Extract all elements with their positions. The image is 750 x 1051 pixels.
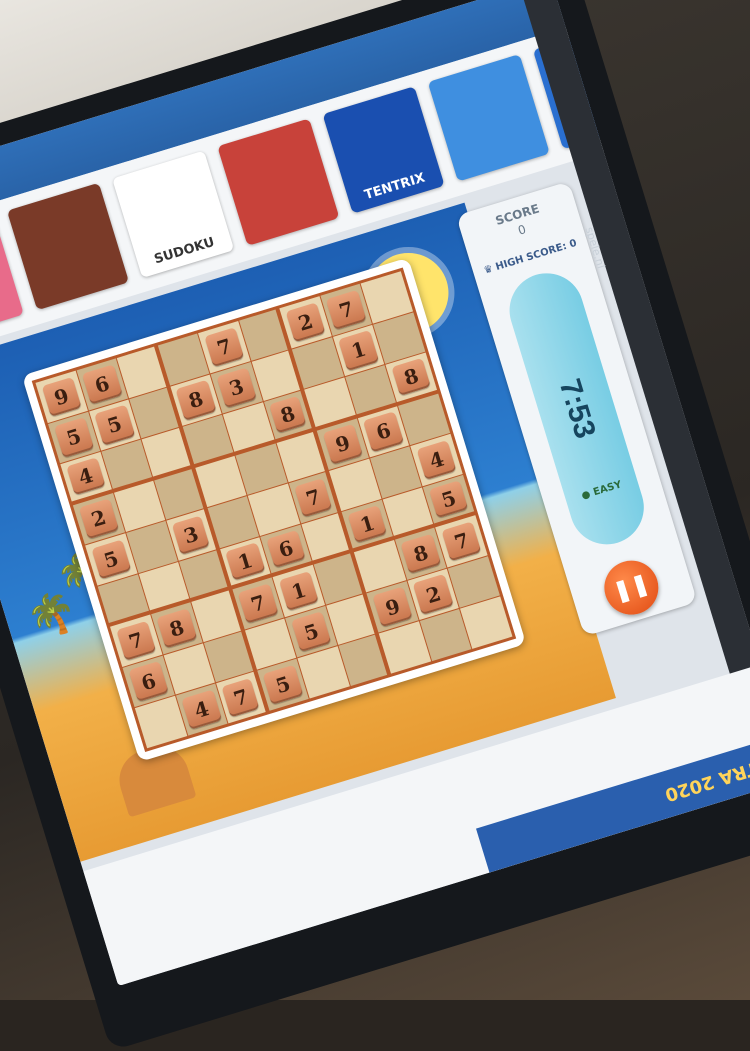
- tile-number: 7: [214, 333, 235, 361]
- tile-number: 8: [277, 401, 299, 429]
- number-tile: 6: [81, 364, 123, 405]
- number-tile: 4: [416, 439, 457, 481]
- dice-thumb[interactable]: [6, 182, 130, 311]
- banner-text: TTRA 2020: [662, 752, 750, 805]
- thumb-label: TENTRIX: [362, 170, 427, 204]
- tile-number: 7: [247, 590, 269, 618]
- tile-number: 2: [295, 308, 316, 336]
- number-tile: 2: [413, 574, 454, 615]
- puzzle-thumb[interactable]: [217, 118, 340, 246]
- number-tile: 5: [90, 539, 132, 580]
- tile-number: 9: [332, 430, 354, 458]
- number-tile: 5: [291, 611, 332, 653]
- number-tile: 3: [216, 367, 257, 408]
- thumb-label: SUDOKU: [152, 234, 217, 268]
- tile-number: 7: [451, 527, 472, 555]
- tile-number: 6: [91, 370, 113, 398]
- number-tile: 2: [78, 498, 119, 540]
- number-tile: 5: [53, 417, 95, 458]
- number-tile: 1: [338, 330, 379, 371]
- number-tile: 7: [237, 583, 279, 624]
- number-tile: 8: [400, 533, 442, 575]
- number-tile: 9: [322, 423, 364, 465]
- number-tile: 1: [347, 504, 388, 544]
- tile-number: 8: [410, 540, 432, 568]
- tile-number: 8: [166, 614, 187, 642]
- number-tile: 5: [428, 480, 469, 519]
- number-tile: 1: [225, 542, 266, 581]
- number-tile: 8: [175, 379, 217, 421]
- tile-number: 2: [423, 580, 444, 609]
- tile-number: 5: [438, 485, 459, 513]
- number-tile: 8: [391, 358, 432, 397]
- pause-button[interactable]: ❚❚: [597, 553, 666, 622]
- number-tile: 2: [285, 301, 326, 343]
- tile-number: 7: [125, 627, 147, 655]
- number-tile: 7: [441, 521, 482, 562]
- tile-number: 7: [303, 484, 324, 512]
- tile-number: 1: [357, 510, 378, 538]
- tile-number: 1: [235, 547, 256, 575]
- tile-number: 9: [51, 383, 72, 411]
- number-tile: 7: [294, 477, 333, 518]
- number-tile: 6: [266, 529, 306, 569]
- sudoku-thumb[interactable]: SUDOKU: [112, 150, 235, 279]
- tile-number: 6: [138, 668, 159, 696]
- tile-number: 6: [373, 418, 394, 446]
- tile-number: 7: [230, 684, 252, 712]
- high-score-label: HIGH SCORE: 0: [494, 237, 579, 273]
- tile-number: 7: [336, 296, 357, 324]
- tile-number: 3: [226, 374, 247, 402]
- tile-number: 6: [275, 535, 297, 563]
- number-tile: 5: [94, 404, 135, 446]
- number-tile: 9: [41, 376, 82, 417]
- tile-number: 5: [104, 411, 125, 439]
- tile-number: 5: [63, 423, 84, 451]
- tile-number: 4: [75, 463, 96, 491]
- sudoku-board: 9672755831488296537416157871876592475: [21, 257, 527, 762]
- number-tile: 5: [262, 664, 304, 706]
- tile-number: 2: [88, 505, 109, 533]
- number-tile: 7: [221, 677, 260, 718]
- number-tile: 4: [181, 689, 222, 731]
- tile-number: 5: [100, 545, 122, 574]
- tile-number: 8: [401, 363, 422, 391]
- sudoku-grid: 9672755831488296537416157871876592475: [31, 267, 517, 752]
- tile-number: 5: [301, 618, 322, 646]
- number-tile: 8: [269, 396, 307, 434]
- tile-number: 4: [426, 446, 447, 474]
- tile-number: 9: [382, 593, 403, 621]
- tile-number: 1: [288, 577, 309, 605]
- crown-icon: ♛: [482, 263, 495, 277]
- tile-number: 8: [185, 386, 207, 414]
- pause-icon: ❚❚: [610, 570, 653, 605]
- tile-number: 4: [191, 696, 212, 724]
- number-tile: 8: [156, 608, 197, 649]
- number-tile: 7: [326, 289, 367, 330]
- number-tile: 9: [372, 586, 413, 628]
- number-tile: 7: [115, 620, 157, 662]
- number-tile: 6: [128, 661, 169, 702]
- number-tile: 1: [278, 570, 320, 612]
- timer: 7:53: [552, 375, 602, 443]
- number-tile: 6: [363, 411, 404, 452]
- tentrix-thumb[interactable]: TENTRIX: [322, 86, 445, 214]
- promo-banner[interactable]: TTRA 2020: [476, 735, 750, 873]
- tile-number: 3: [180, 521, 202, 549]
- tile-number: 1: [348, 336, 369, 364]
- number-tile: 3: [172, 515, 211, 555]
- number-tile: 7: [203, 326, 245, 368]
- number-tile: 4: [65, 457, 106, 496]
- building-thumb[interactable]: [427, 54, 550, 182]
- tile-number: 5: [272, 671, 294, 699]
